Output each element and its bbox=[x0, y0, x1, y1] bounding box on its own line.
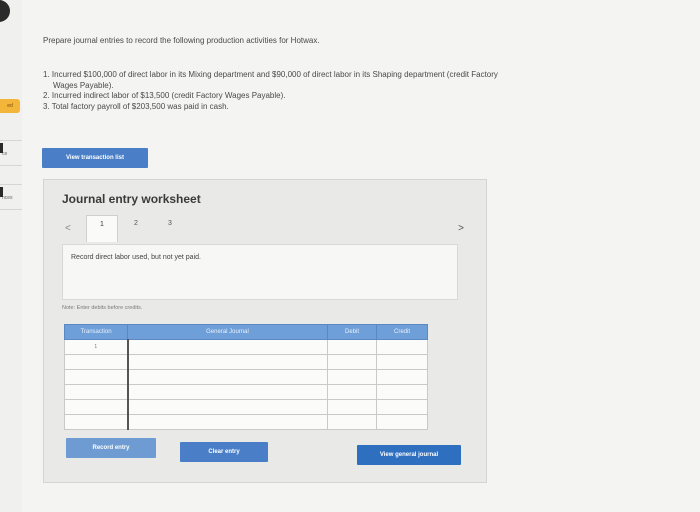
clear-entry-button[interactable]: Clear entry bbox=[180, 442, 268, 462]
tab-transaction-2[interactable]: 2 bbox=[124, 215, 148, 242]
credit-input[interactable] bbox=[376, 399, 428, 415]
previous-transaction-icon[interactable]: < bbox=[65, 223, 71, 234]
entry-note: Note: Enter debits before credits. bbox=[62, 305, 143, 311]
sidebar-item-2[interactable]: nces bbox=[0, 184, 22, 210]
table-header-row: Transaction General Journal Debit Credit bbox=[64, 324, 428, 340]
list-item: 2. Incurred indirect labor of $13,500 (c… bbox=[43, 91, 663, 102]
transaction-cell bbox=[64, 414, 128, 430]
step-text: 2. Incurred indirect labor of $13,500 (c… bbox=[43, 91, 286, 100]
step-text-cont: Wages Payable). bbox=[53, 80, 114, 90]
debit-input[interactable] bbox=[327, 354, 377, 370]
view-transaction-list-button[interactable]: View transaction list bbox=[42, 148, 148, 168]
transaction-cell bbox=[64, 369, 128, 385]
sidebar-badge[interactable]: ed bbox=[0, 99, 20, 113]
sidebar-marker-icon bbox=[0, 143, 3, 153]
credit-input[interactable] bbox=[376, 384, 428, 400]
transaction-cell: 1 bbox=[64, 339, 128, 355]
general-journal-select[interactable] bbox=[126, 399, 328, 415]
general-journal-select[interactable] bbox=[126, 369, 328, 385]
sidebar-item-label: nces bbox=[2, 195, 13, 201]
table-row bbox=[64, 414, 428, 430]
general-journal-select[interactable] bbox=[126, 354, 328, 370]
journal-entry-worksheet: Journal entry worksheet < 1 2 3 > Record… bbox=[43, 179, 487, 483]
transaction-cell bbox=[64, 399, 128, 415]
sidebar-marker-icon bbox=[0, 187, 3, 197]
tab-transaction-3[interactable]: 3 bbox=[158, 215, 182, 242]
credit-input[interactable] bbox=[376, 339, 428, 355]
step-text: 1. Incurred $100,000 of direct labor in … bbox=[43, 70, 498, 79]
table-row bbox=[64, 384, 428, 400]
sidebar-avatar-icon[interactable] bbox=[0, 0, 10, 22]
transaction-description-box: Record direct labor used, but not yet pa… bbox=[62, 244, 458, 300]
sidebar-item-1[interactable]: ce bbox=[0, 140, 22, 166]
journal-table: Transaction General Journal Debit Credit… bbox=[64, 324, 428, 430]
column-header-debit: Debit bbox=[327, 324, 377, 340]
tab-transaction-1[interactable]: 1 bbox=[86, 215, 118, 242]
transaction-cell bbox=[64, 384, 128, 400]
credit-input[interactable] bbox=[376, 354, 428, 370]
general-journal-select[interactable] bbox=[126, 414, 328, 430]
debit-input[interactable] bbox=[327, 369, 377, 385]
debit-input[interactable] bbox=[327, 384, 377, 400]
column-header-credit: Credit bbox=[376, 324, 428, 340]
column-header-general-journal: General Journal bbox=[127, 324, 328, 340]
view-general-journal-button[interactable]: View general journal bbox=[357, 445, 461, 465]
transaction-description: Record direct labor used, but not yet pa… bbox=[71, 254, 201, 261]
left-sidebar: ed ce nces bbox=[0, 0, 22, 512]
debit-input[interactable] bbox=[327, 339, 377, 355]
activity-list: 1. Incurred $100,000 of direct labor in … bbox=[43, 70, 663, 112]
step-text: 3. Total factory payroll of $203,500 was… bbox=[43, 101, 229, 111]
record-entry-button[interactable]: Record entry bbox=[66, 438, 156, 458]
debit-input[interactable] bbox=[327, 399, 377, 415]
general-journal-select[interactable] bbox=[126, 384, 328, 400]
table-row bbox=[64, 369, 428, 385]
transaction-cell bbox=[64, 354, 128, 370]
next-transaction-icon[interactable]: > bbox=[458, 223, 464, 234]
list-item: 3. Total factory payroll of $203,500 was… bbox=[43, 102, 663, 113]
credit-input[interactable] bbox=[376, 414, 428, 430]
debit-input[interactable] bbox=[327, 414, 377, 430]
list-item: 1. Incurred $100,000 of direct labor in … bbox=[43, 70, 663, 91]
table-row: 1 bbox=[64, 339, 428, 355]
worksheet-title: Journal entry worksheet bbox=[62, 192, 201, 206]
credit-input[interactable] bbox=[376, 369, 428, 385]
table-row bbox=[64, 354, 428, 370]
column-header-transaction: Transaction bbox=[64, 324, 128, 340]
table-row bbox=[64, 399, 428, 415]
question-prompt: Prepare journal entries to record the fo… bbox=[43, 36, 320, 45]
general-journal-select[interactable] bbox=[126, 339, 328, 355]
